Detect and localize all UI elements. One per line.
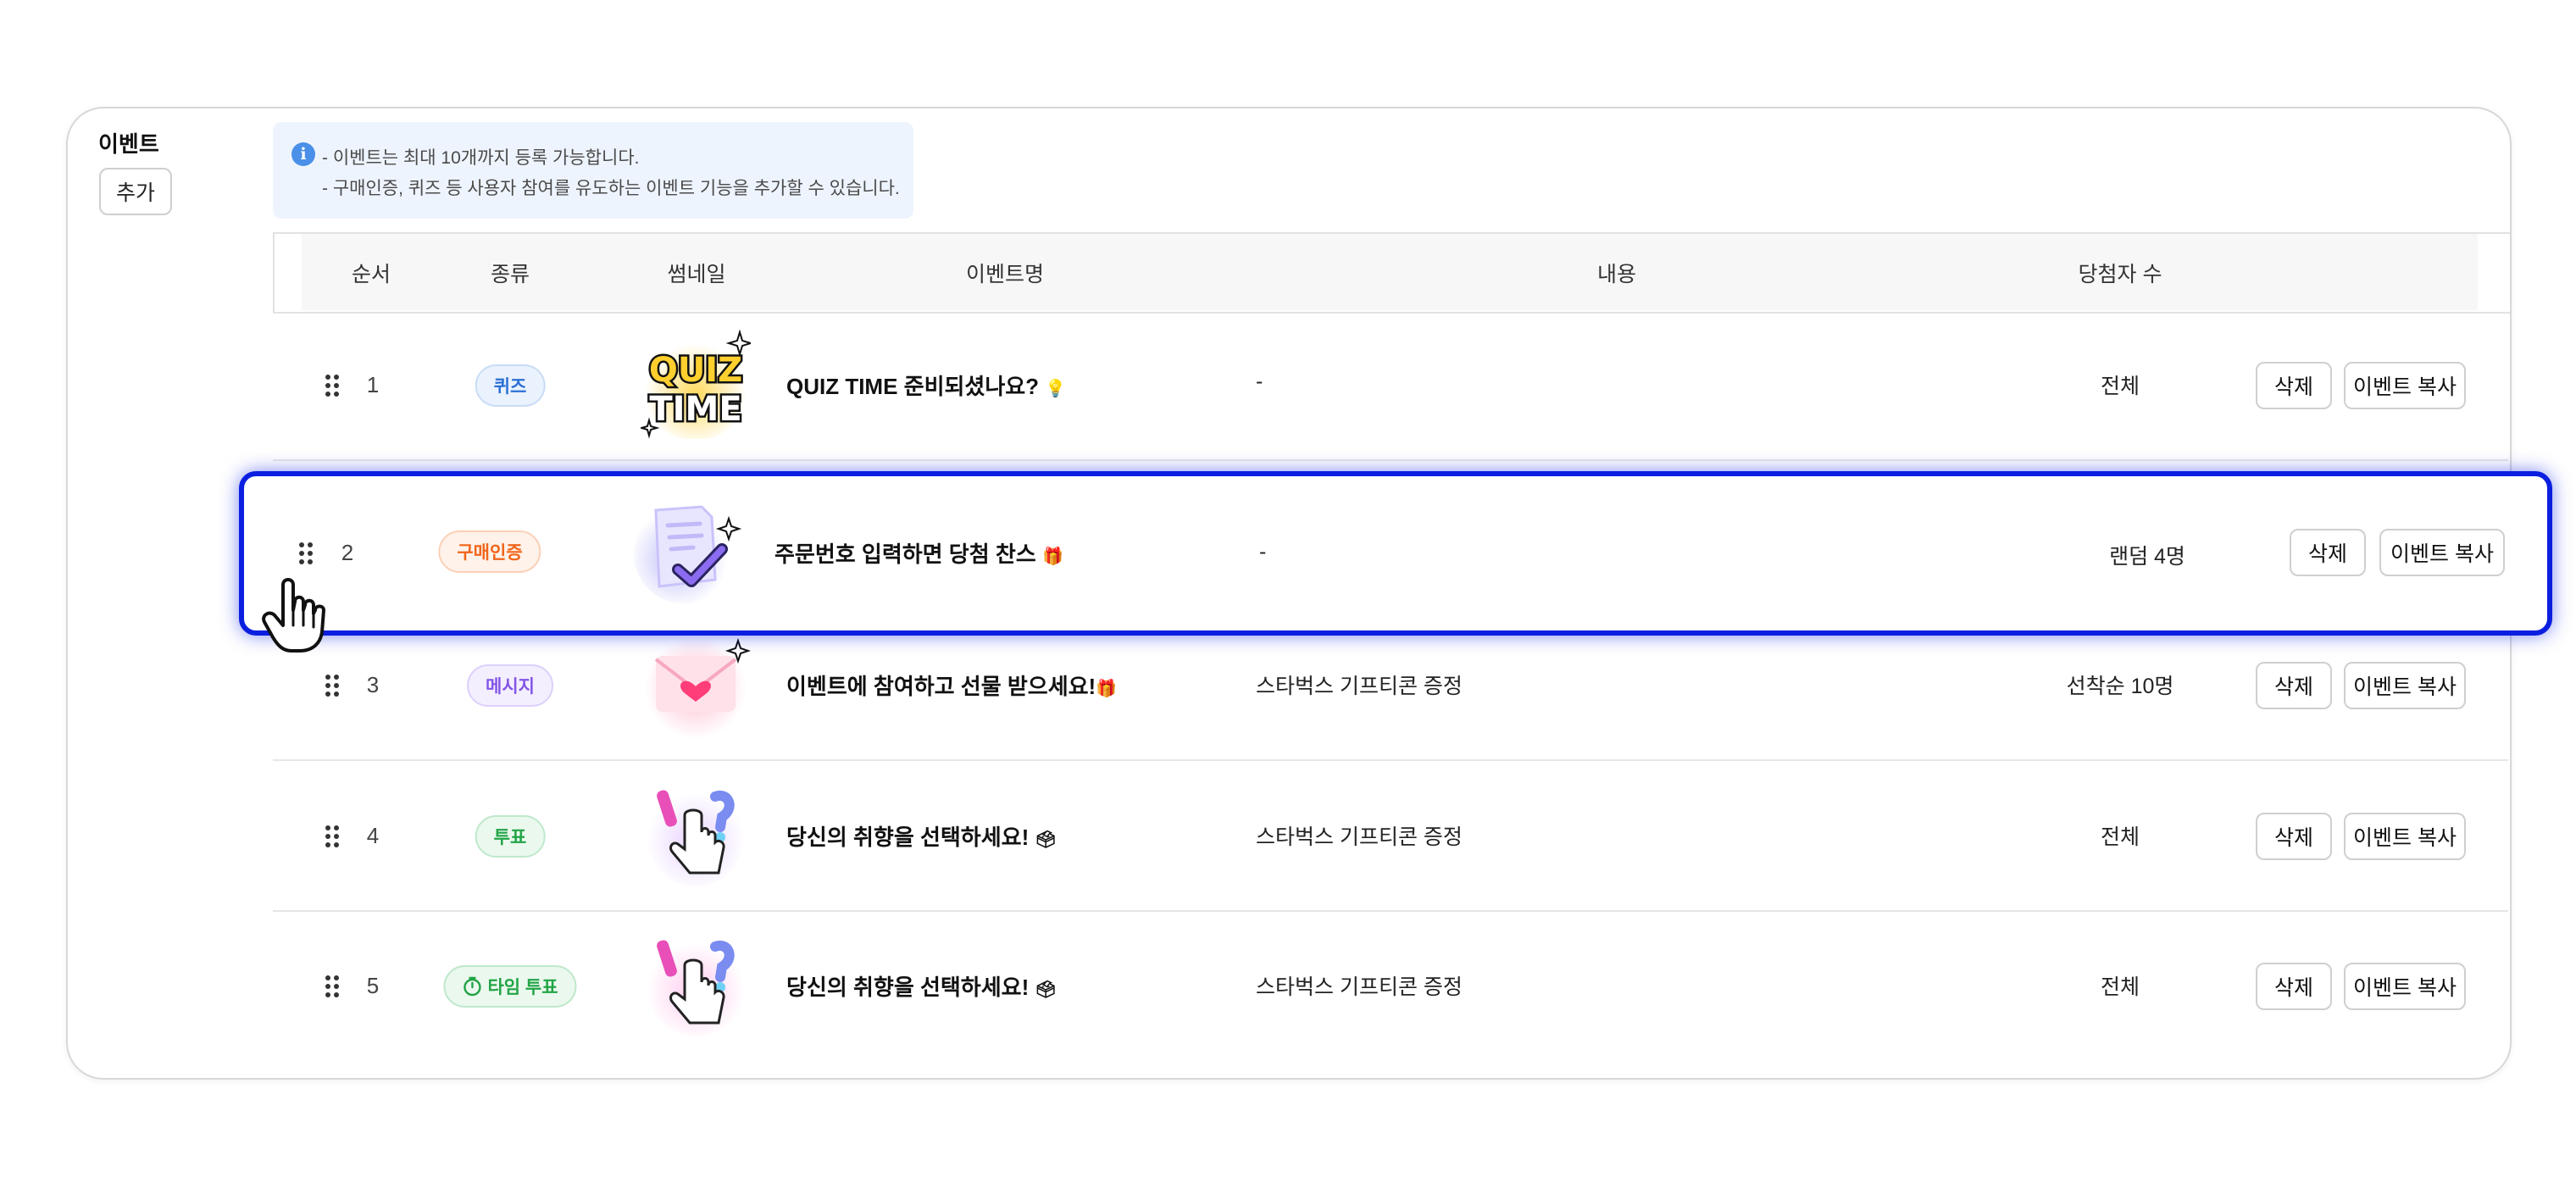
winner-count: 전체 bbox=[2100, 825, 2140, 849]
type-badge: 타임 투표 bbox=[443, 965, 577, 1008]
drag-handle-icon[interactable] bbox=[325, 375, 339, 397]
svg-text:TIME: TIME bbox=[649, 390, 741, 429]
header-type: 종류 bbox=[490, 263, 530, 286]
section-title: 이벤트 bbox=[98, 131, 159, 157]
copy-event-button[interactable]: 이벤트 복사 bbox=[2344, 362, 2466, 409]
event-content: 스타벅스 기프티콘 증정 bbox=[1256, 675, 1463, 698]
quiz-time-icon: QUIZ TIME bbox=[638, 329, 754, 441]
copy-event-button[interactable]: 이벤트 복사 bbox=[2379, 529, 2505, 576]
grab-cursor-icon bbox=[261, 576, 329, 654]
winner-count: 전체 bbox=[2100, 375, 2140, 398]
row-order: 4 bbox=[366, 823, 380, 848]
header-content: 내용 bbox=[1596, 263, 1637, 286]
type-badge: 메시지 bbox=[467, 664, 553, 707]
hand-vote-icon bbox=[641, 930, 751, 1040]
type-badge: 구매인증 bbox=[438, 530, 541, 573]
document-check-icon bbox=[634, 498, 744, 608]
copy-event-button[interactable]: 이벤트 복사 bbox=[2344, 813, 2466, 860]
winner-count: 랜덤 4명 bbox=[2109, 545, 2185, 569]
drag-handle-icon[interactable] bbox=[299, 542, 313, 564]
delete-button[interactable]: 삭제 bbox=[2256, 362, 2332, 409]
header-event-name: 이벤트명 bbox=[965, 263, 1045, 286]
winner-count: 선착순 10명 bbox=[2066, 675, 2174, 698]
row-order: 3 bbox=[366, 672, 380, 697]
drag-handle-icon[interactable] bbox=[325, 675, 339, 697]
hand-vote-icon bbox=[641, 780, 751, 890]
row-order: 2 bbox=[341, 540, 354, 565]
event-content: - bbox=[1259, 540, 1267, 564]
info-line-2: - 구매인증, 퀴즈 등 사용자 참여를 유도하는 이벤트 기능을 추가할 수 … bbox=[322, 179, 900, 198]
type-badge: 투표 bbox=[475, 815, 546, 858]
copy-event-button[interactable]: 이벤트 복사 bbox=[2344, 662, 2466, 709]
delete-button[interactable]: 삭제 bbox=[2256, 813, 2332, 860]
event-title: 이벤트에 참여하고 선물 받으세요!🎁 bbox=[786, 674, 1118, 699]
event-title: 당신의 취향을 선택하세요! 🗳 bbox=[786, 825, 1057, 850]
svg-text:QUIZ: QUIZ bbox=[649, 351, 742, 390]
event-title: QUIZ TIME 준비되셨나요? 💡 bbox=[786, 374, 1067, 399]
winner-count: 전체 bbox=[2100, 975, 2140, 999]
copy-event-button[interactable]: 이벤트 복사 bbox=[2344, 963, 2466, 1010]
row-order: 1 bbox=[366, 372, 380, 397]
delete-button[interactable]: 삭제 bbox=[2290, 529, 2366, 576]
type-badge: 퀴즈 bbox=[475, 364, 546, 407]
timer-icon bbox=[464, 976, 481, 997]
drag-handle-icon[interactable] bbox=[325, 825, 339, 847]
add-event-button[interactable]: 추가 bbox=[99, 168, 172, 215]
info-line-1: - 이벤트는 최대 10개까지 등록 가능합니다. bbox=[322, 148, 640, 168]
heart-envelope-icon bbox=[641, 637, 752, 747]
event-content: 스타벅스 기프티콘 증정 bbox=[1256, 975, 1463, 999]
event-content: 스타벅스 기프티콘 증정 bbox=[1256, 825, 1463, 849]
header-thumbnail: 썸네일 bbox=[667, 263, 726, 286]
row-order: 5 bbox=[366, 973, 380, 998]
event-content: - bbox=[1256, 369, 1263, 393]
header-order: 순서 bbox=[351, 263, 391, 286]
info-icon: i bbox=[291, 142, 315, 166]
event-title: 주문번호 입력하면 당첨 찬스 🎁 bbox=[774, 542, 1063, 567]
delete-button[interactable]: 삭제 bbox=[2256, 662, 2332, 709]
dragging-row[interactable] bbox=[239, 471, 2552, 636]
event-title: 당신의 취향을 선택하세요! 🗳 bbox=[786, 975, 1057, 1000]
info-box: i - 이벤트는 최대 10개까지 등록 가능합니다. - 구매인증, 퀴즈 등… bbox=[273, 122, 913, 219]
header-winners: 당첨자 수 bbox=[2078, 263, 2162, 286]
drag-handle-icon[interactable] bbox=[325, 975, 339, 997]
delete-button[interactable]: 삭제 bbox=[2256, 963, 2332, 1010]
